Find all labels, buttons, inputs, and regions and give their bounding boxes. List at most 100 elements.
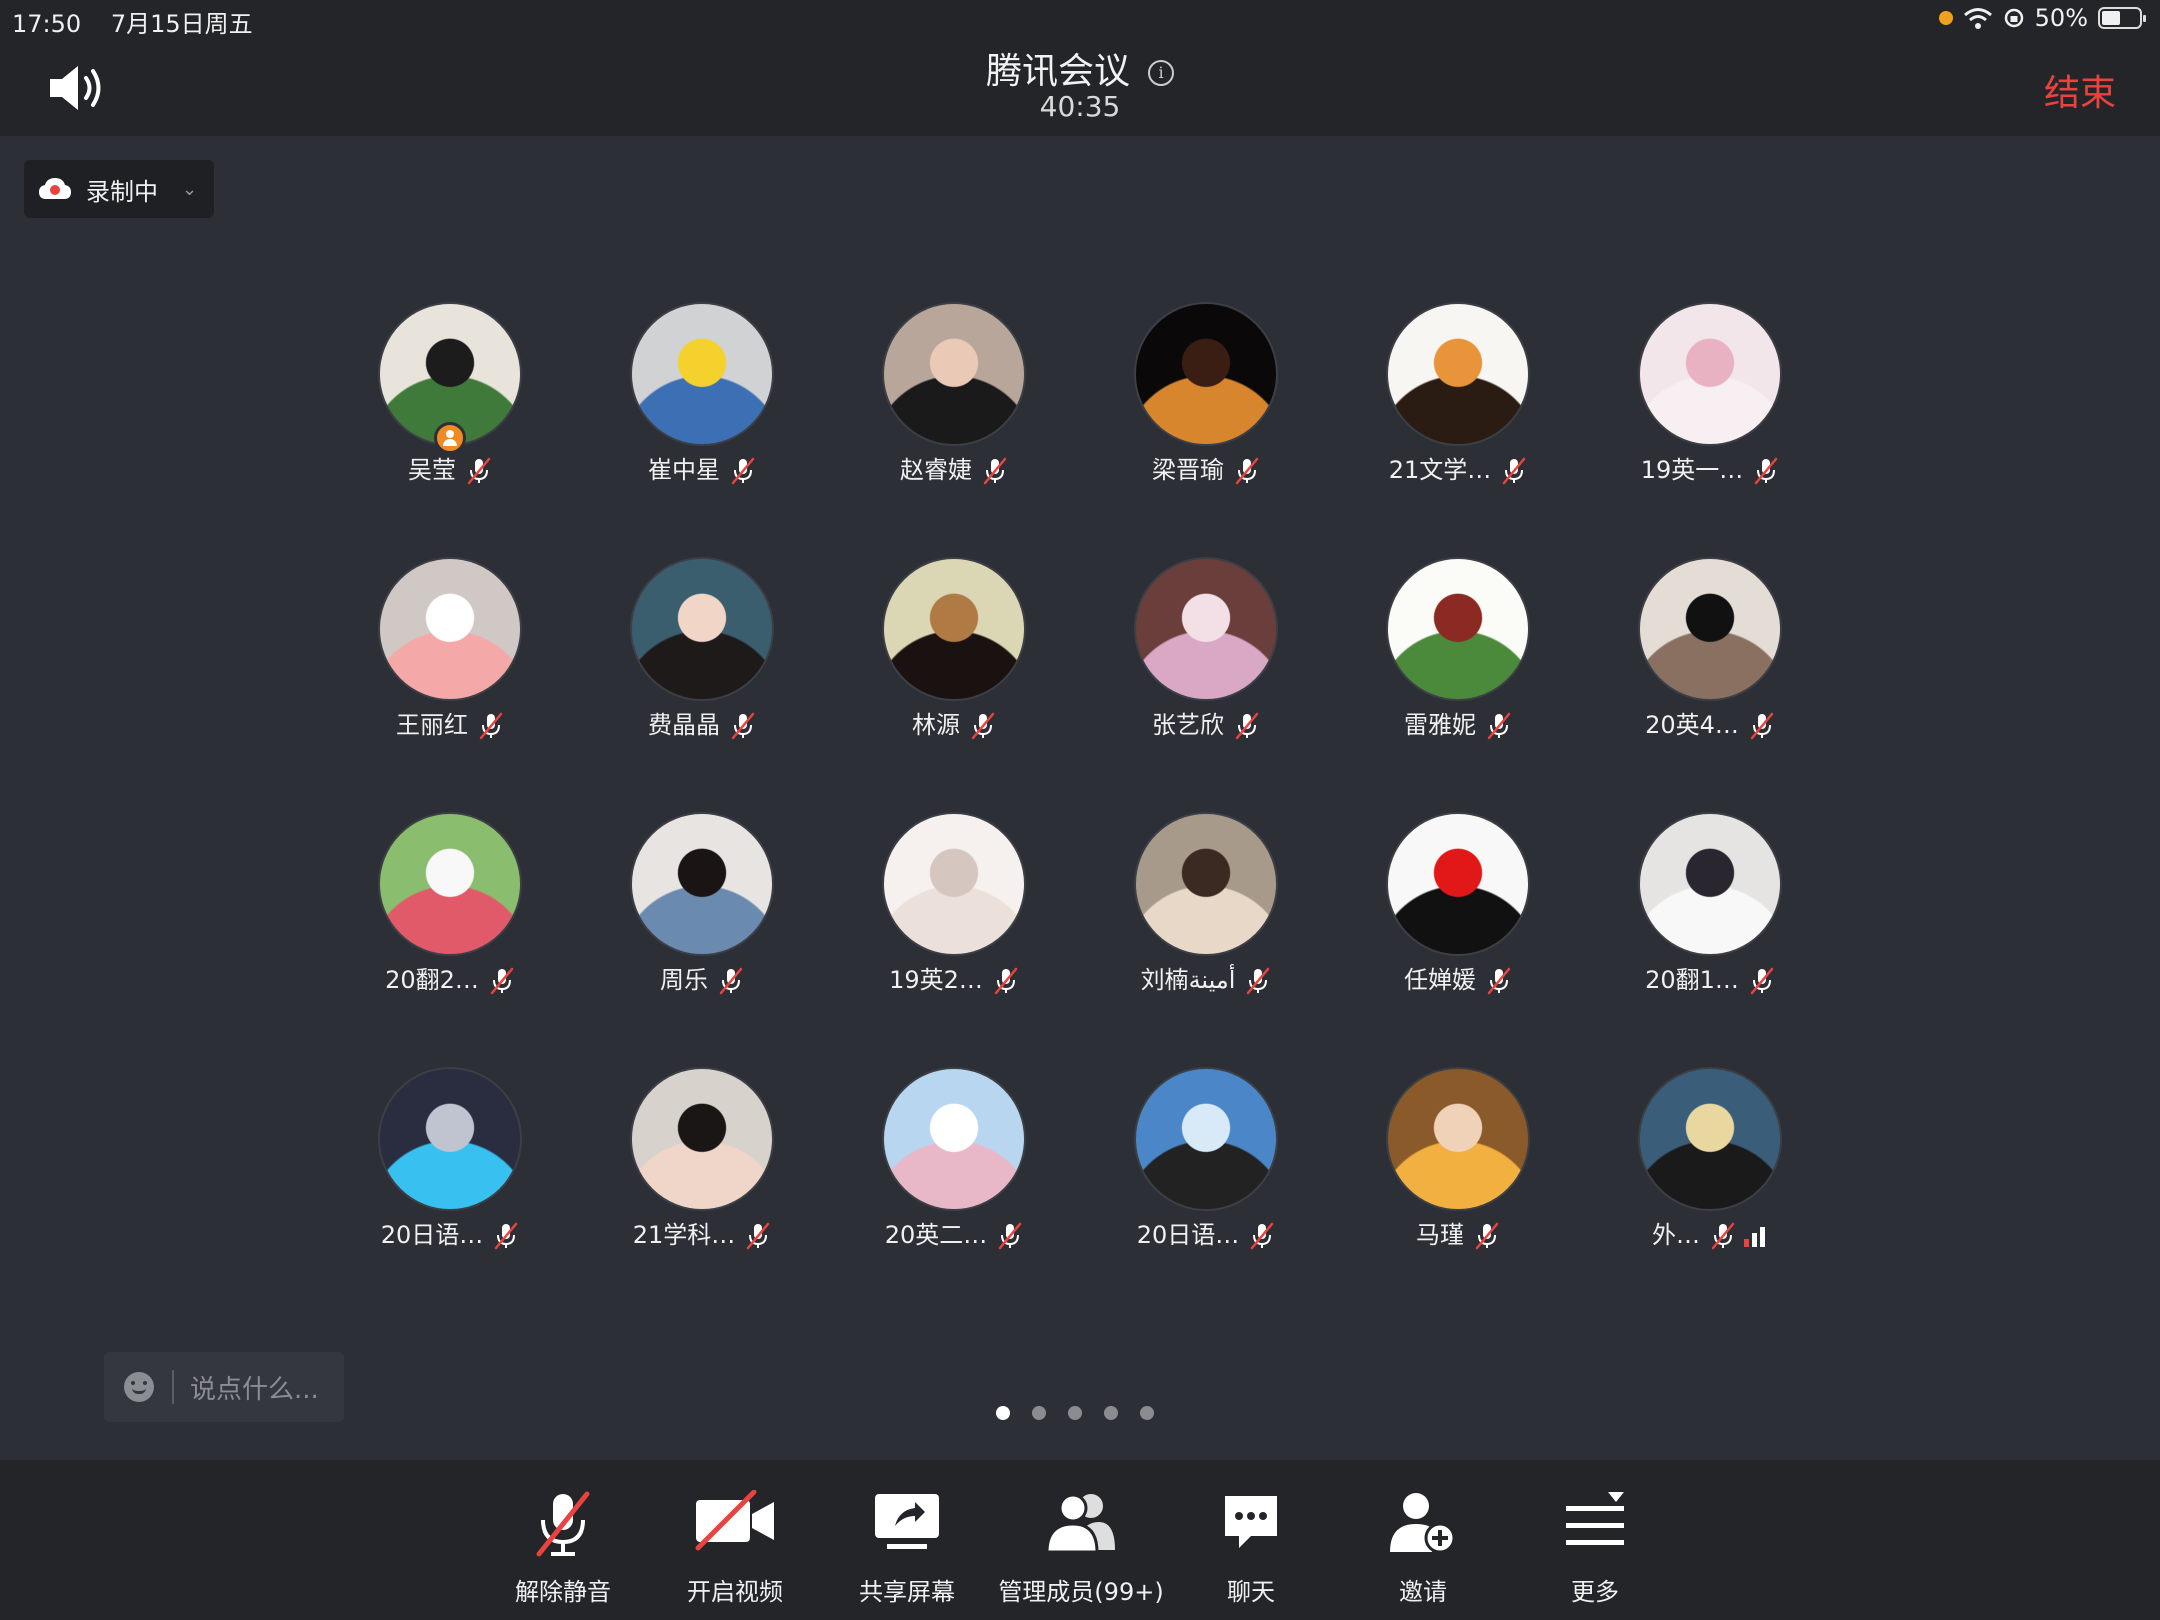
avatar[interactable] bbox=[630, 1067, 774, 1211]
participant-tile[interactable]: 赵睿婕 bbox=[854, 302, 1054, 502]
avatar[interactable] bbox=[1638, 812, 1782, 956]
participant-name: 20翻1… bbox=[1645, 966, 1739, 994]
participant-tile[interactable]: 张艺欣 bbox=[1106, 557, 1306, 757]
chat-icon bbox=[1225, 1496, 1277, 1548]
participant-name: 刘楠أمينة bbox=[1140, 966, 1236, 994]
avatar[interactable] bbox=[1638, 557, 1782, 701]
participant-name-row: 赵睿婕 bbox=[854, 450, 1054, 485]
avatar[interactable] bbox=[1134, 812, 1278, 956]
mic-muted-icon bbox=[1251, 1222, 1274, 1250]
participant-tile[interactable]: 19英2… bbox=[854, 812, 1054, 1012]
unmute-label: 解除静音 bbox=[515, 1578, 611, 1606]
comment-input[interactable]: 说点什么... bbox=[104, 1352, 344, 1422]
avatar[interactable] bbox=[1134, 557, 1278, 701]
avatar[interactable] bbox=[630, 302, 774, 446]
participant-name: 任婵媛 bbox=[1404, 966, 1476, 994]
battery-percent: 50% bbox=[2034, 4, 2088, 32]
participant-tile[interactable]: 王丽红 bbox=[350, 557, 550, 757]
page-dot[interactable] bbox=[1032, 1406, 1046, 1420]
avatar[interactable] bbox=[378, 557, 522, 701]
participant-tile[interactable]: 梁晋瑜 bbox=[1106, 302, 1306, 502]
emoji-icon[interactable] bbox=[124, 1372, 154, 1402]
rotation-lock-icon bbox=[2004, 8, 2023, 28]
participant-tile[interactable]: 任婵媛 bbox=[1358, 812, 1558, 1012]
comment-placeholder: 说点什么... bbox=[190, 1374, 319, 1405]
mic-muted-icon bbox=[994, 967, 1018, 995]
participant-tile[interactable]: 林源 bbox=[854, 557, 1054, 757]
avatar[interactable] bbox=[1386, 812, 1530, 956]
mic-muted-icon bbox=[719, 967, 743, 995]
avatar[interactable] bbox=[630, 812, 774, 956]
video-off-icon bbox=[695, 1490, 774, 1551]
unmute-button[interactable]: 解除静音 bbox=[478, 1460, 648, 1620]
participant-name: 21文学… bbox=[1388, 456, 1492, 484]
avatar[interactable] bbox=[1386, 1067, 1530, 1211]
participant-tile[interactable]: 吴莹 bbox=[350, 302, 550, 502]
participant-name: 20英二… bbox=[884, 1221, 988, 1249]
participant-tile[interactable]: 20英4… bbox=[1610, 557, 1810, 757]
mic-muted-icon bbox=[1750, 967, 1774, 995]
mic-muted-icon bbox=[1711, 1222, 1735, 1250]
recording-status[interactable]: 录制中 ⌄ bbox=[24, 160, 214, 218]
participant-name-row: 马瑾 bbox=[1358, 1215, 1558, 1250]
participant-tile[interactable]: 20英二… bbox=[854, 1067, 1054, 1267]
participant-tile[interactable]: 21文学… bbox=[1358, 302, 1558, 502]
info-icon[interactable]: i bbox=[1148, 60, 1174, 86]
avatar[interactable] bbox=[378, 1067, 522, 1211]
page-dot[interactable] bbox=[1140, 1406, 1154, 1420]
chat-button[interactable]: 聊天 bbox=[1166, 1460, 1336, 1620]
avatar[interactable] bbox=[1638, 302, 1782, 446]
invite-button[interactable]: 邀请 bbox=[1338, 1460, 1508, 1620]
share-screen-button[interactable]: 共享屏幕 bbox=[822, 1460, 992, 1620]
mic-muted-icon bbox=[490, 967, 514, 995]
participant-name: 雷雅妮 bbox=[1404, 711, 1476, 739]
participant-name: 崔中星 bbox=[648, 456, 720, 484]
end-meeting-button[interactable]: 结束 bbox=[2044, 64, 2116, 116]
page-indicator[interactable] bbox=[996, 1406, 1154, 1420]
manage-members-button[interactable]: 管理成员(99+) bbox=[996, 1460, 1166, 1620]
recording-label: 录制中 bbox=[86, 177, 158, 206]
participant-tile[interactable]: 20日语… bbox=[1106, 1067, 1306, 1267]
avatar[interactable] bbox=[1386, 557, 1530, 701]
participant-tile[interactable]: 崔中星 bbox=[602, 302, 802, 502]
more-button[interactable]: 更多 bbox=[1510, 1460, 1680, 1620]
mic-muted-icon bbox=[731, 712, 755, 740]
participant-tile[interactable]: 雷雅妮 bbox=[1358, 557, 1558, 757]
participant-tile[interactable]: 21学科… bbox=[602, 1067, 802, 1267]
avatar[interactable] bbox=[1134, 302, 1278, 446]
participant-tile[interactable]: 20翻2… bbox=[350, 812, 550, 1012]
participant-name-row: 21学科… bbox=[602, 1215, 802, 1250]
mic-muted-icon bbox=[731, 457, 755, 485]
avatar[interactable] bbox=[1638, 1067, 1782, 1211]
participant-tile[interactable]: 费晶晶 bbox=[602, 557, 802, 757]
page-dot[interactable] bbox=[996, 1406, 1010, 1420]
participant-tile[interactable]: 20日语… bbox=[350, 1067, 550, 1267]
participant-tile[interactable]: 刘楠أمينة bbox=[1106, 812, 1306, 1012]
participant-name: 20日语… bbox=[380, 1221, 484, 1249]
start-video-button[interactable]: 开启视频 bbox=[650, 1460, 820, 1620]
page-dot[interactable] bbox=[1104, 1406, 1118, 1420]
page-dot[interactable] bbox=[1068, 1406, 1082, 1420]
mic-muted-icon bbox=[971, 712, 995, 740]
participant-tile[interactable]: 周乐 bbox=[602, 812, 802, 1012]
participant-name-row: 林源 bbox=[854, 705, 1054, 740]
mic-muted-icon bbox=[1487, 712, 1511, 740]
participant-tile[interactable]: 马瑾 bbox=[1358, 1067, 1558, 1267]
participant-name: 马瑾 bbox=[1416, 1221, 1464, 1249]
mic-muted-icon bbox=[999, 1222, 1022, 1250]
mic-muted-icon bbox=[1235, 712, 1259, 740]
participant-tile[interactable]: 19英一… bbox=[1610, 302, 1810, 502]
avatar[interactable] bbox=[882, 557, 1026, 701]
avatar[interactable] bbox=[378, 812, 522, 956]
avatar[interactable] bbox=[1386, 302, 1530, 446]
participant-name-row: 雷雅妮 bbox=[1358, 705, 1558, 740]
mic-muted-icon bbox=[1755, 457, 1778, 485]
avatar[interactable] bbox=[882, 1067, 1026, 1211]
participant-tile[interactable]: 20翻1… bbox=[1610, 812, 1810, 1012]
avatar[interactable] bbox=[882, 302, 1026, 446]
participant-name-row: 20日语… bbox=[1106, 1215, 1306, 1250]
avatar[interactable] bbox=[630, 557, 774, 701]
participant-tile[interactable]: 外… bbox=[1610, 1067, 1810, 1267]
avatar[interactable] bbox=[882, 812, 1026, 956]
avatar[interactable] bbox=[1134, 1067, 1278, 1211]
